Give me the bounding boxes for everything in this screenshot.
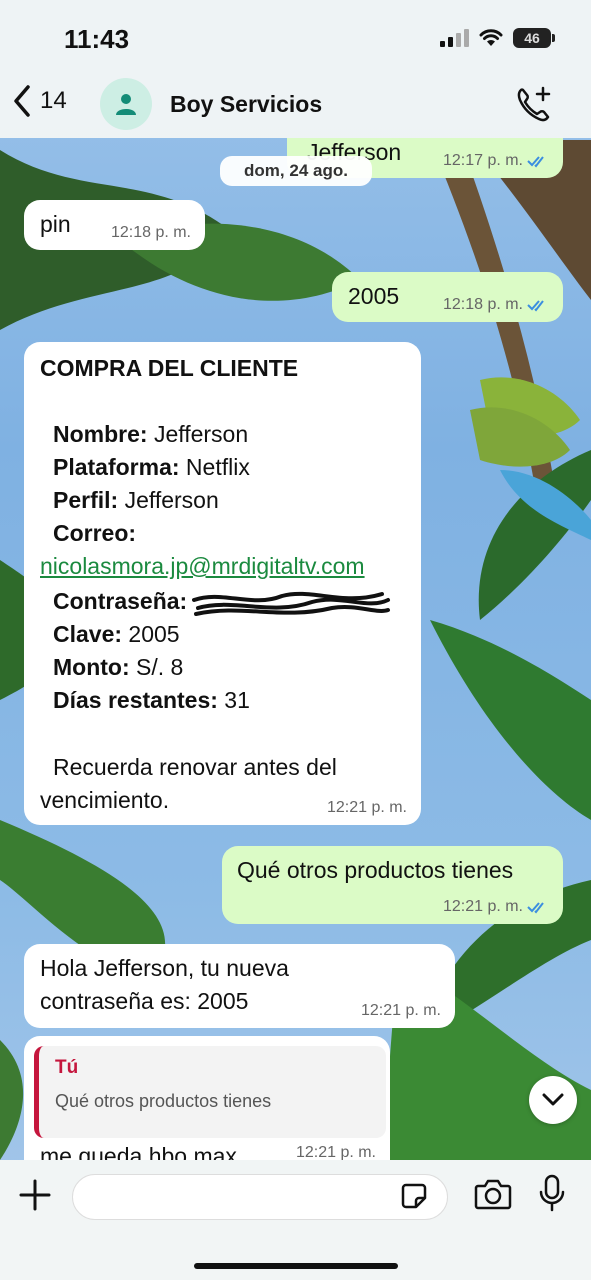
camera-button[interactable] — [474, 1178, 512, 1215]
card-label: Nombre: — [53, 421, 148, 447]
message-text: Qué otros productos tienes — [237, 857, 514, 883]
card-line: Correo: — [53, 517, 136, 550]
message-meta: 12:17 p. m. — [443, 152, 549, 170]
card-line: Clave: 2005 — [53, 618, 180, 651]
phone-plus-icon — [517, 86, 551, 122]
plus-icon — [19, 1179, 51, 1211]
card-value: Jefferson — [118, 487, 219, 513]
home-indicator — [194, 1263, 398, 1269]
voice-message-button[interactable] — [538, 1174, 566, 1219]
double-check-icon — [527, 156, 544, 168]
card-value: Netflix — [179, 454, 250, 480]
message-time: 12:21 p. m. — [326, 799, 407, 816]
wifi-icon — [479, 29, 503, 46]
message-meta: 12:18 p. m. — [111, 224, 191, 242]
signal-icon — [440, 29, 469, 47]
card-label: Clave: — [53, 621, 123, 647]
message-incoming[interactable]: pin 12:18 p. m. — [24, 200, 205, 250]
card-line: Nombre: Jefferson — [53, 418, 248, 451]
card-label: Días restantes: — [53, 687, 218, 713]
message-time: 12:21 p. m. — [442, 898, 523, 915]
message-meta: 12:21 p. m. — [361, 1002, 441, 1020]
message-time: 12:21 p. m. — [360, 1002, 441, 1019]
chevron-left-icon — [14, 85, 30, 117]
card-label: Contraseña: — [53, 588, 188, 614]
message-text-line1: Hola Jefferson, tu nueva — [40, 955, 289, 981]
quote-text: Qué otros productos tienes — [55, 1091, 272, 1111]
message-meta: 12:21 p. m. — [443, 898, 549, 916]
chat-area[interactable]: Jefferson 12:17 p. m. dom, 24 ago. pin 1… — [0, 138, 591, 1160]
message-text: 2005 — [348, 283, 400, 309]
card-label: Monto: — [53, 654, 130, 680]
email-link[interactable]: nicolasmora.jp@mrdigitaltv.com — [40, 550, 365, 583]
battery-icon: 46 — [513, 28, 555, 48]
message-input[interactable] — [72, 1174, 448, 1220]
message-text: me queda hbo max — [40, 1143, 237, 1160]
camera-icon — [474, 1179, 512, 1210]
card-value: 31 — [217, 687, 250, 713]
message-outgoing[interactable]: 2005 12:18 p. m. — [332, 272, 563, 322]
card-footer-line1: Recuerda renovar antes del — [53, 754, 337, 780]
card-label: Perfil: — [53, 487, 119, 513]
message-incoming-reply[interactable]: Tú Qué otros productos tienes me queda h… — [24, 1036, 390, 1160]
date-separator: dom, 24 ago. — [220, 156, 372, 186]
message-outgoing[interactable]: Qué otros productos tienes 12:21 p. m. — [222, 846, 563, 924]
double-check-icon — [527, 902, 544, 914]
sticker-button[interactable] — [400, 1182, 428, 1215]
message-time: 12:18 p. m. — [442, 296, 523, 313]
card-footer-line2: vencimiento. — [40, 787, 170, 813]
person-icon — [116, 94, 136, 115]
card-line: Días restantes: 31 — [53, 684, 250, 717]
card-value: 2005 — [122, 621, 180, 647]
message-time: 12:17 p. m. — [442, 152, 523, 169]
card-value: Jefferson — [147, 421, 249, 447]
back-button[interactable]: 14 — [12, 84, 67, 118]
status-time: 11:43 — [64, 24, 130, 54]
card-line: Monto: S/. 8 — [53, 651, 183, 684]
microphone-icon — [539, 1174, 565, 1212]
avatar[interactable] — [100, 78, 152, 130]
message-text: pin — [40, 211, 71, 237]
quote-author: Tú — [55, 1057, 79, 1078]
message-incoming-card[interactable]: COMPRA DEL CLIENTE Nombre: Jefferson Pla… — [24, 342, 421, 825]
message-incoming[interactable]: Hola Jefferson, tu nueva contraseña es: … — [24, 944, 455, 1028]
card-label: Plataforma: — [53, 454, 180, 480]
message-meta: 12:21 p. m. — [296, 1144, 376, 1160]
message-composer — [0, 1160, 591, 1280]
card-line: Plataforma: Netflix — [53, 451, 250, 484]
message-meta: 12:21 p. m. — [327, 799, 407, 817]
redaction-scribble — [192, 591, 390, 616]
add-call-button[interactable] — [515, 86, 553, 127]
card-line: Contraseña: — [53, 585, 187, 618]
status-icons: 46 — [440, 28, 555, 48]
unread-count: 14 — [40, 87, 67, 114]
contact-name[interactable]: Boy Servicios — [170, 91, 322, 118]
card-value: S/. 8 — [129, 654, 184, 680]
quoted-message[interactable]: Tú Qué otros productos tienes — [34, 1046, 386, 1138]
message-time: 12:18 p. m. — [110, 224, 191, 241]
attach-button[interactable] — [18, 1178, 52, 1217]
scroll-to-bottom-button[interactable] — [529, 1076, 577, 1124]
card-label: Correo: — [53, 520, 137, 546]
top-bar: 11:43 46 14 Boy Servicios — [0, 0, 591, 138]
message-meta: 12:18 p. m. — [443, 296, 549, 314]
chevron-down-icon — [542, 1093, 564, 1106]
message-time: 12:21 p. m. — [295, 1144, 376, 1160]
message-text-line2: contraseña es: 2005 — [40, 988, 249, 1014]
double-check-icon — [527, 300, 544, 312]
sticker-icon — [401, 1183, 427, 1209]
card-title: COMPRA DEL CLIENTE — [40, 355, 299, 381]
card-line: Perfil: Jefferson — [53, 484, 219, 517]
